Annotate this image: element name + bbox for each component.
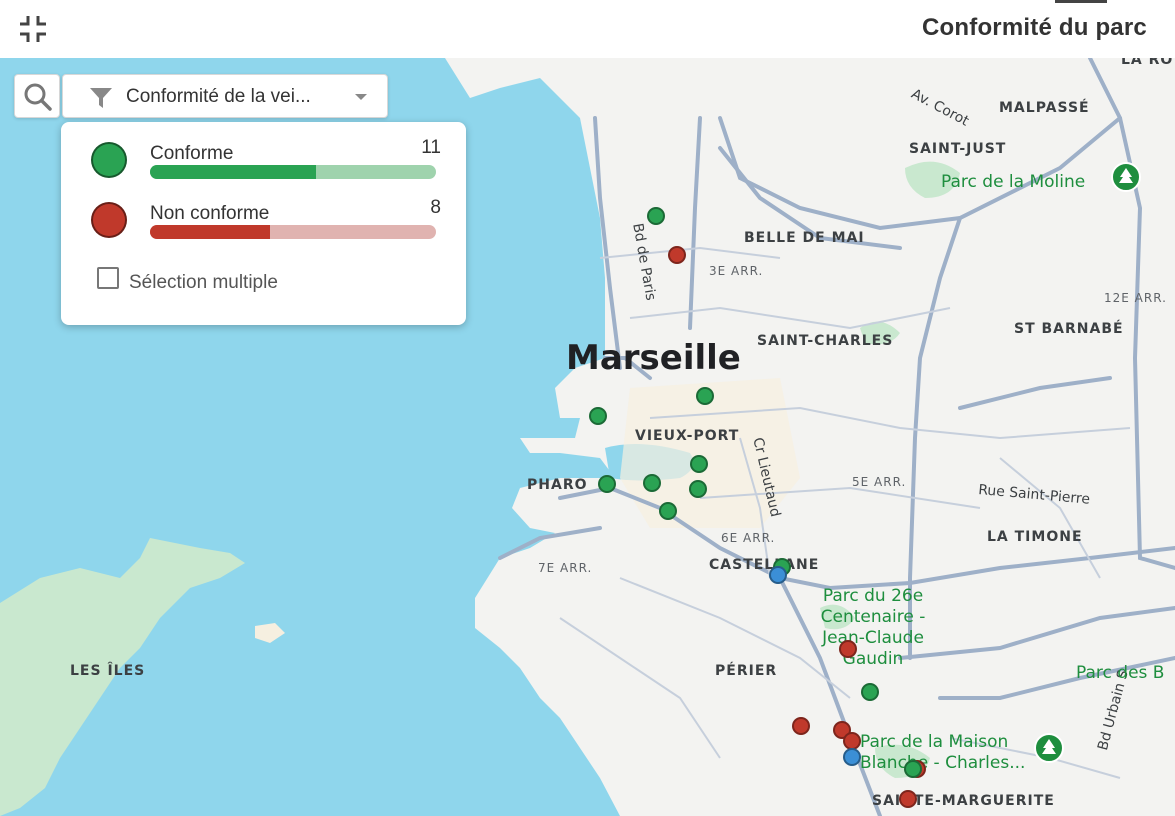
legend-item-non-conforme[interactable]: Non conforme 8 (61, 192, 466, 252)
non-conforme-marker[interactable] (899, 790, 917, 808)
city-label: Marseille (566, 338, 741, 378)
conforme-marker[interactable] (643, 474, 661, 492)
arrondissement-label: 3E ARR. (709, 264, 764, 278)
chevron-down-icon (355, 94, 367, 100)
arrondissement-label: 7E ARR. (538, 561, 593, 575)
filter-label: Conformité de la vei... (126, 86, 311, 107)
park-label: Parc du 26e Centenaire - Jean-Claude Gau… (820, 586, 926, 669)
district-label: LA TIMONE (987, 529, 1083, 545)
conforme-marker[interactable] (689, 480, 707, 498)
park-label: Parc de la Maison Blanche - Charles... (860, 732, 1026, 773)
legend-panel: Conforme 11 Non conforme 8 Sélection mul… (61, 122, 466, 325)
park-label: Parc de la Moline (941, 172, 1086, 192)
non-conforme-marker[interactable] (668, 246, 686, 264)
legend-label: Conforme (150, 143, 234, 164)
conforme-marker[interactable] (861, 683, 879, 701)
search-button[interactable] (14, 74, 60, 118)
district-label: MALPASSÉ (999, 100, 1090, 116)
legend-bar-non-conforme (150, 225, 436, 239)
conforme-marker[interactable] (589, 407, 607, 425)
district-label: BELLE DE MAI (744, 230, 865, 246)
district-label: ST BARNABÉ (1014, 321, 1124, 337)
district-label: SAINT-CHARLES (757, 333, 894, 349)
checkbox-icon (97, 267, 119, 289)
legend-dot-non-conforme (91, 202, 127, 238)
district-label: LES ÎLES (70, 663, 146, 679)
district-label: PHARO (527, 477, 588, 493)
park-pin-icon (1034, 733, 1064, 763)
header-bar: Conformité du parc (0, 0, 1175, 58)
arrondissement-label: 12E ARR. (1104, 291, 1167, 305)
multi-select-label: Sélection multiple (129, 272, 278, 293)
conforme-marker[interactable] (904, 760, 922, 778)
non-conforme-marker[interactable] (839, 640, 857, 658)
conforme-marker[interactable] (647, 207, 665, 225)
legend-bar-conforme (150, 165, 436, 179)
arrondissement-label: 5E ARR. (852, 475, 907, 489)
district-label: SAINT-JUST (909, 141, 1007, 157)
district-label: VIEUX-PORT (635, 428, 740, 444)
district-label: PÉRIER (715, 663, 778, 679)
legend-label: Non conforme (150, 203, 270, 224)
exit-fullscreen-icon[interactable] (16, 12, 50, 46)
conforme-marker[interactable] (696, 387, 714, 405)
legend-count: 11 (421, 137, 441, 158)
arrondissement-label: 6E ARR. (721, 531, 776, 545)
page-title: Conformité du parc (922, 14, 1147, 41)
filter-dropdown[interactable]: Conformité de la vei... (62, 74, 388, 118)
district-label: LA RO (1121, 58, 1174, 68)
tab-indicator (1055, 0, 1107, 3)
other-marker[interactable] (769, 566, 787, 584)
conforme-marker[interactable] (690, 455, 708, 473)
non-conforme-marker[interactable] (792, 717, 810, 735)
district-label: CASTELLANE (709, 557, 820, 573)
search-icon (24, 83, 52, 111)
other-marker[interactable] (843, 748, 861, 766)
legend-count: 8 (430, 197, 441, 218)
conforme-marker[interactable] (598, 475, 616, 493)
park-label: Parc des B (1076, 663, 1165, 683)
conforme-marker[interactable] (659, 502, 677, 520)
funnel-icon (90, 88, 112, 108)
park-pin-icon (1111, 162, 1141, 192)
legend-dot-conforme (91, 142, 127, 178)
legend-item-conforme[interactable]: Conforme 11 (61, 132, 466, 192)
